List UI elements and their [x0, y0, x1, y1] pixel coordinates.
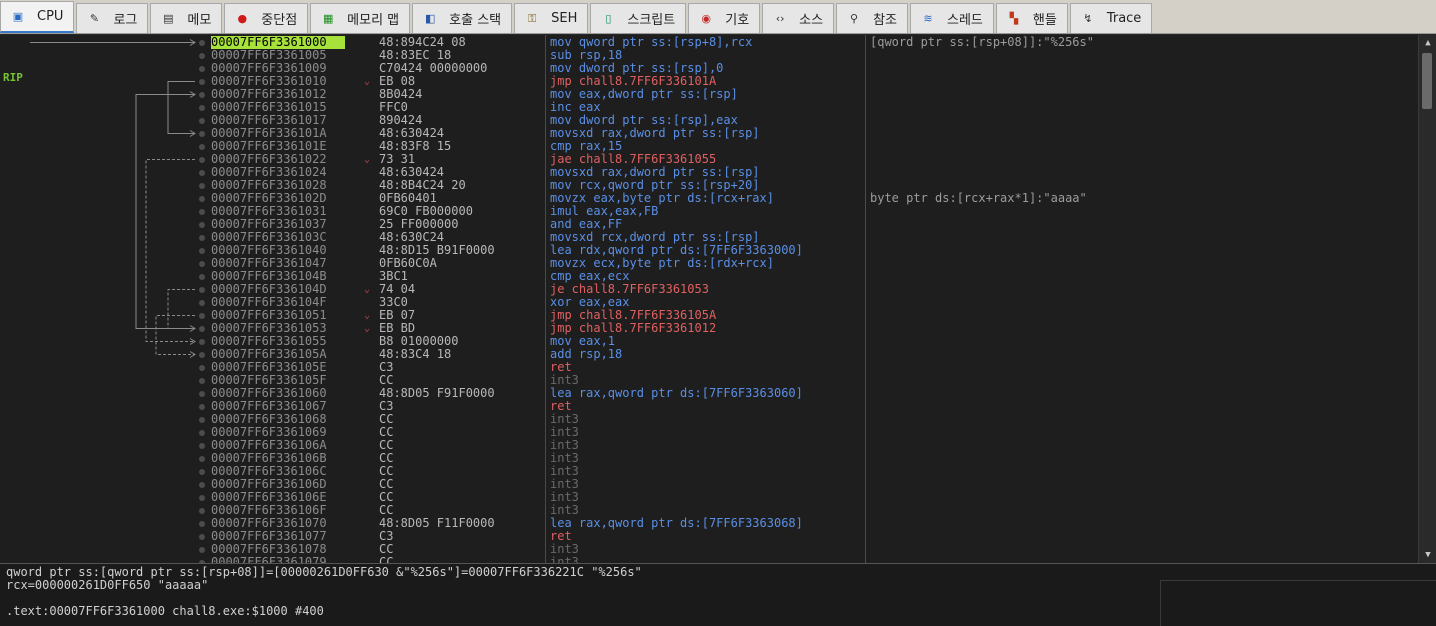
row-bytes: 48:8D05 F11F0000	[379, 516, 495, 530]
call-stack-icon: ◧	[424, 11, 436, 25]
scroll-up-icon[interactable]: ▲	[1422, 37, 1434, 49]
disasm-row[interactable]: 00007FF6F3361079 CC int3	[0, 556, 1418, 563]
memory-map-icon: ▦	[322, 11, 334, 25]
tab-10[interactable]: ‹› 소스	[762, 3, 835, 33]
info-line-1: qword ptr ss:[qword ptr ss:[rsp+08]]=[00…	[6, 565, 642, 579]
row-bytes: CC	[379, 425, 394, 439]
column-divider[interactable]	[865, 35, 866, 563]
jump-arrow-dashed	[155, 315, 195, 355]
scrollbar-thumb[interactable]	[1422, 53, 1432, 109]
row-instruction: lea rax,qword ptr ds:[7FF6F3363060]	[550, 386, 803, 400]
tab-label: SEH	[551, 11, 578, 26]
tab-14[interactable]: ↯ Trace	[1069, 3, 1153, 33]
row-bytes: CC	[379, 490, 394, 504]
tab-7[interactable]: ⚿ SEH	[514, 3, 589, 33]
jump-indicator-icon: ⌄	[364, 310, 371, 321]
source-icon: ‹›	[775, 11, 785, 25]
row-bytes: 48:83C4 18	[379, 347, 452, 361]
row-instruction: ret	[550, 529, 572, 543]
jump-indicator-icon: ⌄	[364, 76, 371, 87]
disassembly-view[interactable]: RIP 00007FF6F3361000 48:894C24 08 mov qwor…	[0, 35, 1418, 563]
tab-6[interactable]: ◧ 호출 스택	[412, 3, 513, 33]
seh-icon: ⚿	[527, 11, 537, 25]
vertical-scrollbar[interactable]: ▲ ▼	[1418, 35, 1436, 563]
jump-indicator-icon: ⌄	[364, 154, 371, 165]
row-instruction: lea rax,qword ptr ds:[7FF6F3363068]	[550, 516, 803, 530]
tab-label: 참조	[873, 13, 897, 28]
row-instruction: int3	[550, 490, 579, 504]
row-comment: [qword ptr ss:[rsp+08]]:"%256s"	[870, 35, 1094, 49]
info-pane-split	[1160, 580, 1436, 626]
tab-label: 소스	[799, 13, 824, 28]
handles-icon: ▚	[1009, 11, 1019, 25]
jump-indicator-icon: ⌄	[364, 284, 371, 295]
tab-label: Trace	[1106, 11, 1142, 26]
tab-label: 호출 스택	[449, 13, 502, 28]
row-instruction: int3	[550, 542, 579, 556]
threads-icon: ≋	[923, 11, 933, 25]
tab-5[interactable]: ▦ 메모리 맵	[310, 3, 411, 33]
tab-bar: ▣ CPU ✎ 로그 ▤ 메모 ● 중단점 ▦ 메모리 맵 ◧ 호출 스택 ⚿ SEH ▯ 스크립트 ◉ 기호 ‹›…	[0, 0, 1436, 34]
tab-13[interactable]: ▚ 핸들	[995, 3, 1068, 33]
row-instruction: int3	[550, 555, 579, 564]
row-instruction: int3	[550, 438, 579, 452]
tab-label: 스크립트	[627, 13, 676, 28]
row-instruction: ret	[550, 360, 572, 374]
row-instruction: int3	[550, 477, 579, 491]
row-bytes: C3	[379, 529, 394, 543]
jump-arrow	[135, 94, 195, 329]
row-bytes: CC	[379, 477, 394, 491]
column-divider[interactable]	[545, 35, 546, 563]
tab-label: 기호	[725, 13, 750, 28]
row-instruction: int3	[550, 451, 579, 465]
tab-12[interactable]: ≋ 스레드	[910, 3, 994, 33]
trace-icon: ↯	[1083, 11, 1093, 25]
tab-label: 스레드	[947, 13, 983, 28]
breakpoint-icon: ●	[237, 11, 248, 25]
tab-11[interactable]: ⚲ 참조	[836, 3, 908, 33]
tab-8[interactable]: ▯ 스크립트	[590, 3, 687, 33]
jump-arrow	[167, 81, 195, 134]
jump-arrow-dashed	[167, 289, 195, 329]
tab-4[interactable]: ● 중단점	[224, 3, 309, 33]
tab-9[interactable]: ◉ 기호	[688, 3, 761, 33]
symbols-icon: ◉	[701, 11, 712, 25]
row-bytes: CC	[379, 464, 394, 478]
row-bytes: 48:8D05 F91F0000	[379, 386, 495, 400]
row-instruction: int3	[550, 464, 579, 478]
row-bytes: CC	[379, 412, 394, 426]
tab-label: 메모리 맵	[347, 13, 400, 28]
row-instruction: int3	[550, 412, 579, 426]
row-bytes: CC	[379, 555, 394, 564]
row-instruction: add rsp,18	[550, 347, 623, 361]
row-bytes: CC	[379, 451, 394, 465]
tab-label: 중단점	[261, 13, 298, 28]
jump-indicator-icon: ⌄	[364, 323, 371, 334]
row-bytes: CC	[379, 542, 394, 556]
row-comment: byte ptr ds:[rcx+rax*1]:"aaaa"	[870, 191, 1087, 205]
jump-arrow-dashed	[145, 159, 195, 342]
tab-label: 핸들	[1032, 13, 1057, 28]
row-bytes: C3	[379, 399, 394, 413]
row-instruction: int3	[550, 425, 579, 439]
script-icon: ▯	[605, 11, 612, 25]
row-bytes: C3	[379, 360, 394, 374]
row-instruction: ret	[550, 399, 572, 413]
scroll-down-icon[interactable]: ▼	[1422, 549, 1434, 561]
references-icon: ⚲	[850, 11, 859, 25]
row-bytes: CC	[379, 438, 394, 452]
jump-arrows-panel	[30, 39, 196, 358]
row-address: 00007FF6F3361079	[211, 555, 327, 564]
